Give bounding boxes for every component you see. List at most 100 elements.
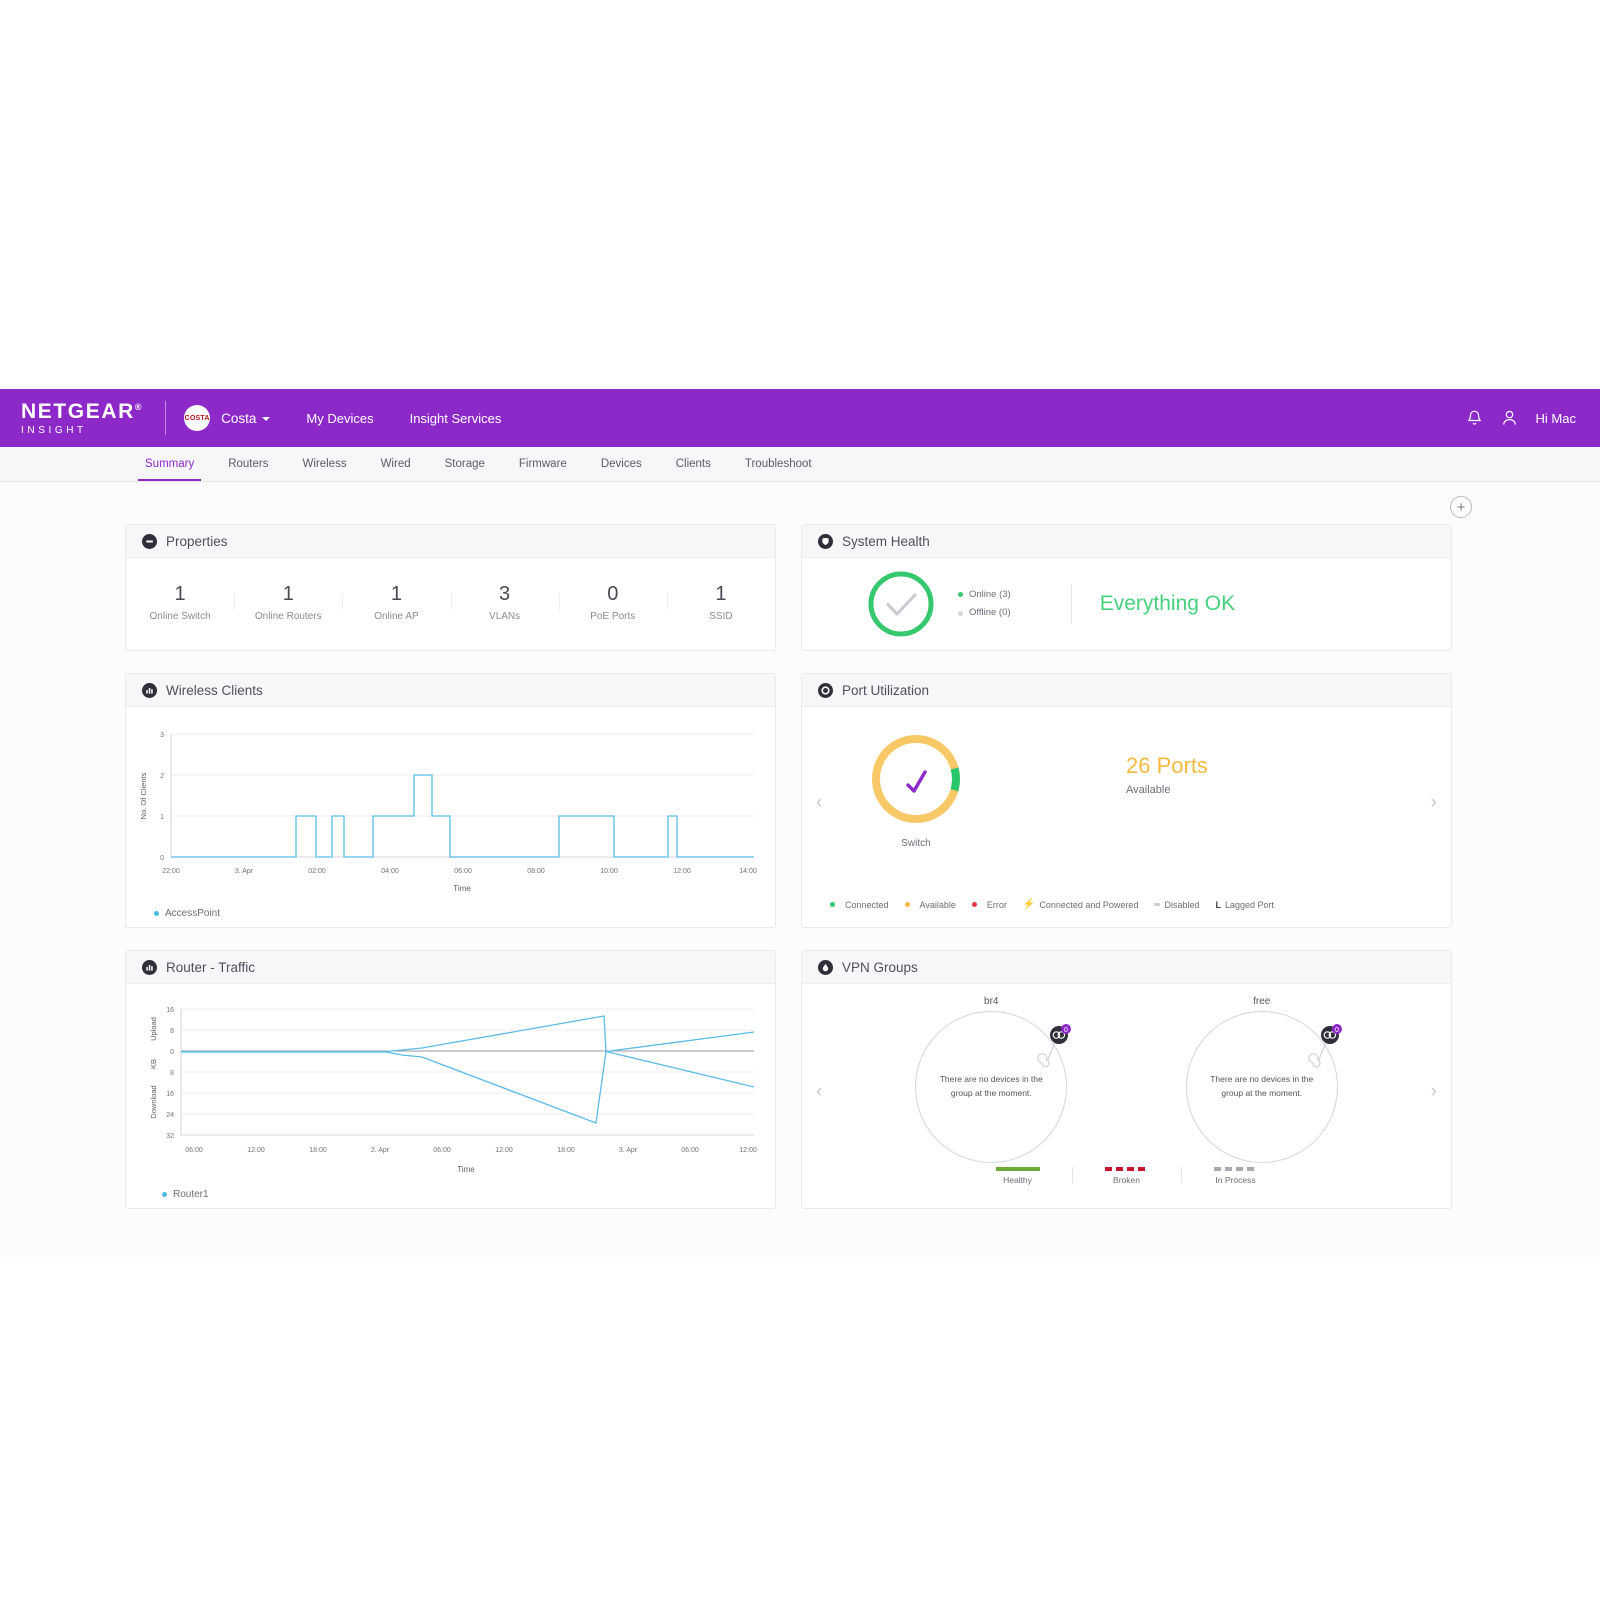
vpn-prev-arrow[interactable]: ‹: [816, 1081, 822, 1103]
org-selector[interactable]: Costa: [221, 410, 271, 426]
router1-dot-icon: [162, 1191, 167, 1197]
vpn-legend-broken: Broken: [1104, 1167, 1149, 1185]
system-health-title: System Health: [842, 533, 930, 549]
port-utilization-card-body: ‹ › Switch 26 Ports Available Connected …: [802, 707, 1451, 920]
tab-summary[interactable]: Summary: [128, 447, 211, 481]
nav-my-devices[interactable]: My Devices: [306, 411, 373, 426]
svg-text:2: 2: [160, 773, 164, 780]
legend-available: Available: [904, 900, 956, 910]
broken-bar-icon: [1104, 1167, 1149, 1171]
svg-text:KB: KB: [149, 1059, 158, 1069]
healthy-bar-icon: [995, 1167, 1040, 1171]
bar-chart-icon: [142, 682, 157, 698]
legend-error: Error: [971, 900, 1007, 910]
svg-text:06:00: 06:00: [454, 868, 472, 875]
in-process-label: In Process: [1215, 1175, 1256, 1185]
wireless-clients-title: Wireless Clients: [166, 682, 263, 698]
tab-wired[interactable]: Wired: [364, 447, 428, 481]
stat-value: 1: [282, 583, 294, 605]
stat-value: 0: [607, 583, 619, 605]
disabled-square-icon: [1154, 903, 1161, 906]
wireless-clients-card-header: Wireless Clients: [126, 674, 775, 707]
in-process-bar-icon: [1213, 1167, 1258, 1171]
wireless-clients-legend-label[interactable]: AccessPoint: [165, 908, 220, 919]
svg-text:14:00: 14:00: [739, 868, 757, 875]
properties-title: Properties: [166, 533, 228, 549]
port-utilization-donut: Switch: [868, 731, 964, 849]
stat-poe-ports: 0 PoE Ports: [558, 581, 667, 622]
svg-text:06:00: 06:00: [185, 1147, 203, 1154]
wireless-clients-chart: 3 2 1 0 No. Of Clients 22:00 3. Apr 02:0…: [126, 707, 775, 899]
user-greeting[interactable]: Hi Mac: [1536, 411, 1576, 426]
svg-text:3. Apr: 3. Apr: [619, 1147, 638, 1154]
vpn-next-arrow[interactable]: ›: [1431, 1081, 1437, 1103]
org-name-label: Costa: [221, 410, 257, 426]
header-divider: [165, 401, 167, 435]
tab-devices[interactable]: Devices: [584, 447, 659, 481]
stat-label: SSID: [709, 611, 733, 622]
svg-text:No. Of Clients: No. Of Clients: [139, 772, 148, 819]
tab-firmware[interactable]: Firmware: [502, 447, 584, 481]
svg-text:2. Apr: 2. Apr: [371, 1147, 390, 1154]
svg-text:18:00: 18:00: [309, 1147, 327, 1154]
port-util-prev-arrow[interactable]: ‹: [816, 792, 822, 814]
port-utilization-legend: Connected Available Error ⚡ Connected and…: [802, 899, 1451, 920]
top-navigation-bar: NETGEAR® INSIGHT COSTA Costa My Devices …: [0, 389, 1600, 447]
stat-online-routers: 1 Online Routers: [234, 581, 342, 622]
svg-text:Upload: Upload: [149, 1017, 158, 1041]
svg-text:0: 0: [170, 1049, 174, 1056]
insight-dashboard-app: NETGEAR® INSIGHT COSTA Costa My Devices …: [0, 389, 1600, 1257]
svg-text:3. Apr: 3. Apr: [235, 868, 254, 875]
vpn-group-empty-text: There are no devices in the group at the…: [939, 1074, 1043, 1098]
vpn-group-item[interactable]: br4 There are no devices in the group at…: [891, 996, 1091, 1163]
svg-text:0: 0: [1064, 1027, 1068, 1034]
svg-text:32: 32: [166, 1133, 174, 1140]
tab-troubleshoot[interactable]: Troubleshoot: [728, 447, 829, 481]
accesspoint-dot-icon: [154, 910, 159, 916]
system-health-status-message: Everything OK: [1099, 592, 1236, 615]
netgear-insight-logo[interactable]: NETGEAR® INSIGHT: [20, 401, 143, 436]
router-traffic-card: Router - Traffic 16 8 0 8 16 24 32 Uploa…: [125, 950, 776, 1209]
tab-routers[interactable]: Routers: [211, 447, 285, 481]
add-widget-button[interactable]: +: [1450, 496, 1472, 518]
properties-icon: [142, 533, 157, 549]
system-health-card-header: System Health: [802, 525, 1451, 558]
legend-offline: Offline (0): [958, 604, 1011, 622]
offline-dot-icon: [958, 610, 963, 616]
vpn-legend-healthy: Healthy: [995, 1167, 1040, 1185]
vpn-gateway-node-icon[interactable]: 0: [1305, 1024, 1345, 1075]
tab-wireless[interactable]: Wireless: [285, 447, 363, 481]
header-right-actions: Hi Mac: [1466, 409, 1576, 427]
user-icon[interactable]: [1501, 409, 1518, 427]
online-label: Online (3): [969, 588, 1011, 600]
nav-insight-services[interactable]: Insight Services: [410, 411, 502, 426]
port-utilization-summary: 26 Ports Available: [1126, 753, 1208, 796]
svg-text:04:00: 04:00: [381, 868, 399, 875]
tab-clients[interactable]: Clients: [659, 447, 728, 481]
vpn-gateway-node-icon[interactable]: 0: [1034, 1024, 1074, 1075]
system-health-card-body: Online (3) Offline (0) Everything OK: [802, 558, 1451, 650]
port-utilization-title: Port Utilization: [842, 682, 930, 698]
bell-icon[interactable]: [1466, 409, 1483, 427]
port-util-next-arrow[interactable]: ›: [1431, 792, 1437, 814]
tab-storage[interactable]: Storage: [428, 447, 502, 481]
legend-online: Online (3): [958, 586, 1011, 604]
stat-label: PoE Ports: [590, 611, 636, 622]
vpn-group-item[interactable]: free There are no devices in the group a…: [1162, 996, 1362, 1163]
vpn-legend-divider: [1071, 1167, 1073, 1183]
stat-label: Online Routers: [254, 611, 322, 622]
svg-text:18:00: 18:00: [557, 1147, 575, 1154]
vpn-legend-divider: [1180, 1167, 1182, 1183]
vpn-group-name: br4: [984, 996, 999, 1007]
router-traffic-legend-label[interactable]: Router1: [173, 1189, 209, 1200]
svg-text:16: 16: [166, 1091, 174, 1098]
offline-label: Offline (0): [969, 607, 1011, 618]
router-traffic-card-body: 16 8 0 8 16 24 32 Upload KB Download 06:…: [126, 984, 775, 1208]
svg-text:Time: Time: [457, 1165, 475, 1174]
router-traffic-chart: 16 8 0 8 16 24 32 Upload KB Download 06:…: [126, 984, 775, 1180]
online-dot-icon: [958, 592, 963, 598]
chevron-down-icon: [262, 416, 271, 421]
port-utilization-content: ‹ › Switch 26 Ports Available: [802, 707, 1451, 899]
svg-text:06:00: 06:00: [681, 1147, 699, 1154]
vpn-group-circle: There are no devices in the group at the…: [915, 1011, 1072, 1163]
